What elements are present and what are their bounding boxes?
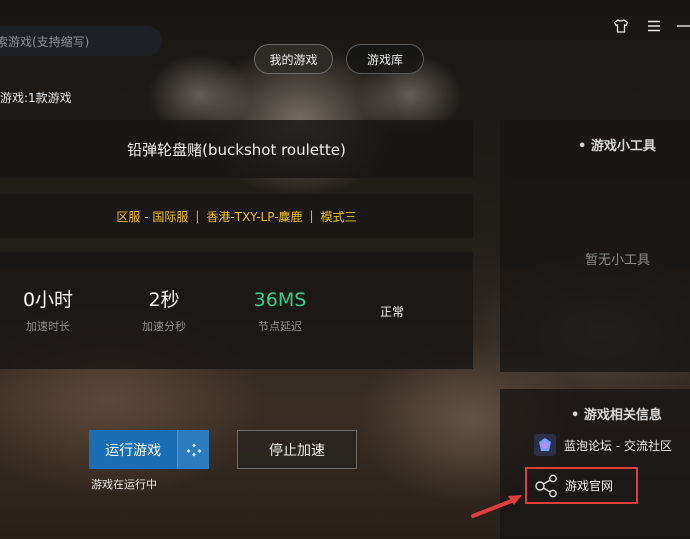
info-heading: • 游戏相关信息	[571, 408, 662, 423]
forum-link[interactable]: 蓝泡论坛 - 交流社区	[534, 432, 672, 458]
info-panel: • 游戏相关信息	[500, 389, 690, 539]
tab-game-library[interactable]: 游戏库	[346, 44, 424, 74]
stop-acceleration-button[interactable]: 停止加速	[237, 430, 357, 469]
stat-seconds: 2秒 加速分秒	[134, 288, 194, 334]
run-game-label[interactable]: 运行游戏	[89, 430, 177, 469]
tools-heading: • 游戏小工具	[578, 139, 656, 154]
stat-latency-value: 36MS	[253, 289, 307, 311]
menu-icon[interactable]	[644, 16, 664, 36]
stat-duration-label: 加速时长	[26, 320, 70, 333]
route-node: 香港-TXY-LP-麋鹿	[206, 209, 303, 224]
route-separator: |	[309, 209, 314, 223]
game-title: 铅弹轮盘赌(buckshot roulette)	[127, 140, 346, 159]
stat-seconds-label: 加速分秒	[142, 320, 186, 333]
stat-latency: 36MS 节点延迟	[245, 288, 315, 334]
search-placeholder: 索游戏(支持缩写)	[0, 34, 90, 49]
forum-link-label: 蓝泡论坛 - 交流社区	[564, 438, 672, 453]
run-status-text: 游戏在运行中	[91, 478, 157, 491]
route-region: 区服 - 国际服	[116, 209, 189, 224]
route-separator: |	[195, 209, 200, 223]
stat-duration: 0小时 加速时长	[18, 288, 78, 334]
gamepad-icon[interactable]	[177, 430, 209, 469]
search-input[interactable]: 索游戏(支持缩写)	[0, 26, 162, 56]
minimize-icon[interactable]	[674, 16, 690, 36]
stat-latency-label: 节点延迟	[258, 320, 302, 333]
tab-my-games[interactable]: 我的游戏	[254, 44, 333, 74]
route-mode: 模式三	[320, 209, 357, 224]
annotation-arrow-icon	[470, 493, 526, 523]
official-site-label: 游戏官网	[565, 479, 614, 493]
official-site-link[interactable]: 游戏官网	[525, 467, 638, 504]
share-icon	[533, 473, 559, 499]
game-count: 游戏:1款游戏	[0, 91, 72, 105]
stat-duration-value: 0小时	[22, 289, 74, 311]
tools-panel: • 游戏小工具	[500, 120, 690, 372]
game-title-panel: 铅弹轮盘赌(buckshot roulette)	[0, 120, 473, 178]
route-panel[interactable]: 区服 - 国际服 | 香港-TXY-LP-麋鹿 | 模式三	[0, 194, 473, 238]
run-game-button[interactable]: 运行游戏	[89, 430, 209, 469]
no-tools-text: 暂无小工具	[585, 253, 651, 268]
shirt-icon[interactable]	[611, 16, 631, 36]
stat-seconds-value: 2秒	[148, 289, 180, 311]
forum-logo-icon	[534, 434, 556, 456]
status-normal: 正常	[380, 305, 405, 319]
